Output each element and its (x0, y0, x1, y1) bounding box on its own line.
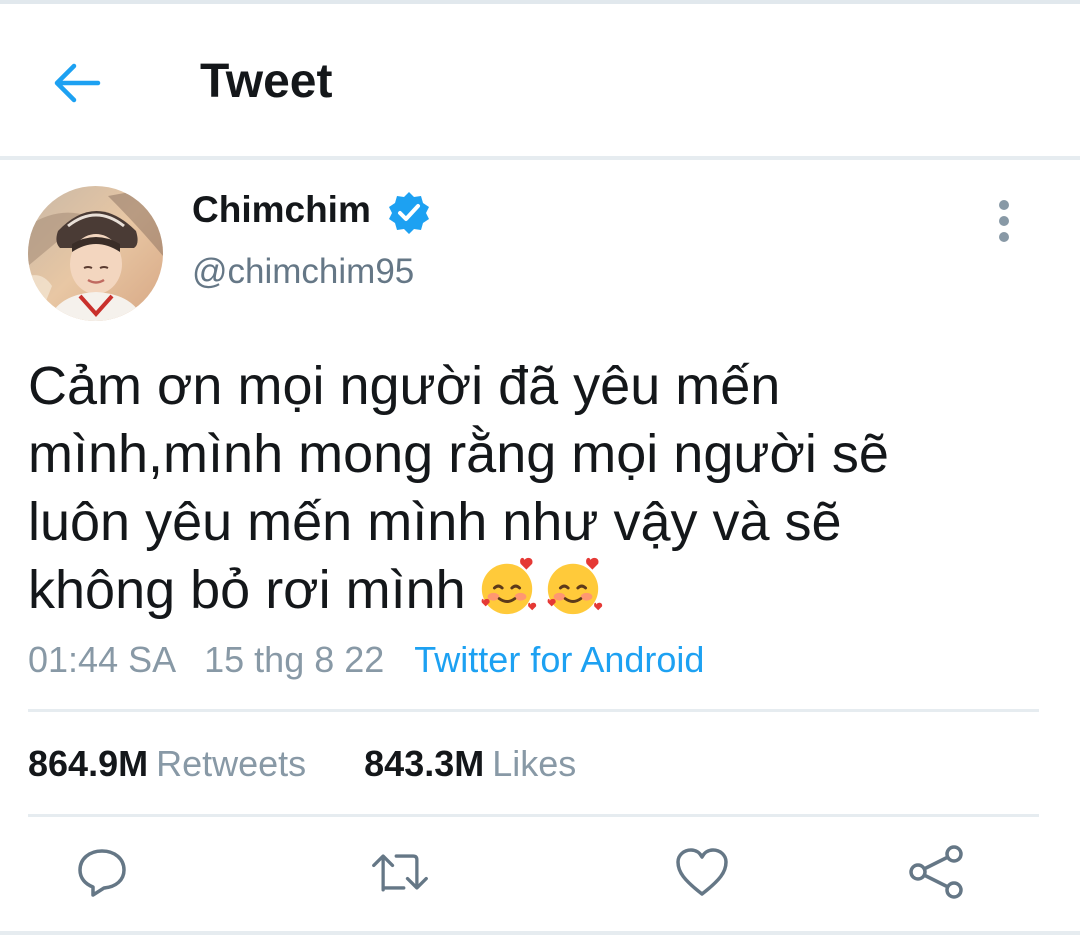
like-icon (676, 848, 728, 896)
tweet-meta: 01:44 SA 15 thg 8 22 Twitter for Android (28, 636, 704, 684)
display-name[interactable]: Chimchim (192, 188, 371, 232)
stats-divider (28, 814, 1039, 817)
smiling-face-with-hearts-icon (481, 557, 536, 615)
tweet-text: Cảm ơn mọi người đã yêu mến mình,mình mo… (28, 356, 889, 620)
likes-stat[interactable]: 843.3M Likes (364, 743, 576, 784)
reply-button[interactable] (72, 842, 132, 902)
more-dot-icon (999, 200, 1009, 210)
app-header: Tweet (0, 4, 1080, 158)
more-dot-icon (999, 216, 1009, 226)
bottom-edge (0, 931, 1080, 935)
likes-count: 843.3M (364, 743, 485, 784)
share-button[interactable] (906, 842, 966, 902)
tweet-source-link[interactable]: Twitter for Android (414, 639, 704, 680)
more-dot-icon (999, 232, 1009, 242)
avatar[interactable] (28, 186, 163, 321)
back-button[interactable] (48, 54, 106, 112)
tweet-time: 01:44 SA (28, 639, 177, 680)
retweet-button[interactable] (370, 842, 430, 902)
verified-badge-icon (389, 192, 429, 234)
like-button[interactable] (672, 842, 732, 902)
retweets-stat[interactable]: 864.9M Retweets (28, 743, 306, 784)
meta-divider (28, 709, 1039, 712)
more-options-button[interactable] (984, 196, 1024, 246)
header-divider (0, 156, 1080, 160)
user-handle[interactable]: @chimchim95 (192, 250, 414, 294)
retweets-count: 864.9M (28, 743, 149, 784)
reply-icon (78, 849, 126, 897)
tweet-date: 15 thg 8 22 (204, 639, 385, 680)
retweet-icon (372, 854, 428, 892)
smiling-face-with-hearts-icon (547, 557, 602, 615)
tweet-stats: 864.9M Retweets 843.3M Likes (28, 740, 576, 788)
retweets-label: Retweets (156, 743, 307, 784)
arrow-left-icon (54, 63, 101, 103)
avatar-image (28, 186, 163, 321)
tweet-body: Cảm ơn mọi người đã yêu mến mình,mình mo… (28, 352, 1058, 624)
likes-label: Likes (492, 743, 577, 784)
page-title: Tweet (200, 55, 333, 108)
share-icon (909, 845, 963, 899)
